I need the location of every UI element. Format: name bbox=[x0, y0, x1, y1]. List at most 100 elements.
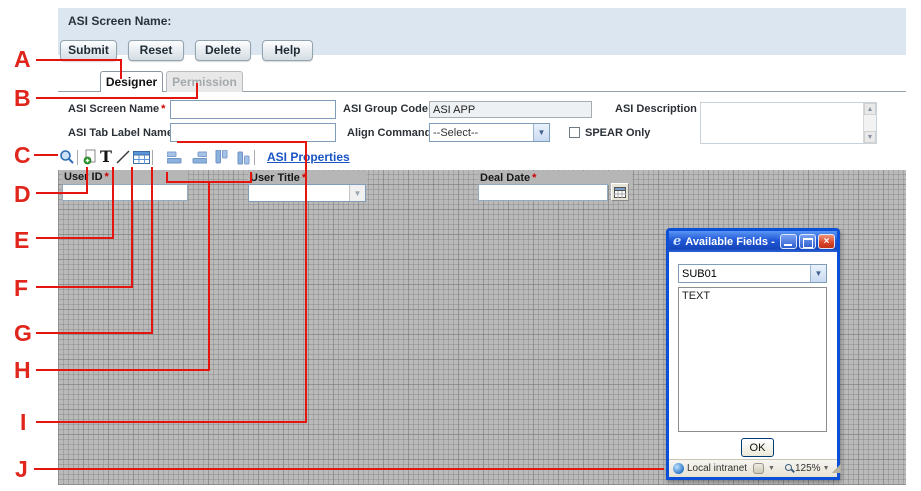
popup-titlebar[interactable]: e Available Fields - Wind... × bbox=[669, 231, 837, 252]
asi-properties-link[interactable]: ASI Properties bbox=[267, 150, 350, 164]
annotation-letter-d: D bbox=[14, 181, 31, 207]
annotation-line-e bbox=[112, 167, 114, 239]
available-fields-listbox[interactable]: TEXT bbox=[678, 287, 827, 432]
screen: ASI Screen Name: Submit Reset Delete Hel… bbox=[0, 0, 921, 491]
scrollbar[interactable]: ▲▼ bbox=[863, 103, 876, 143]
chevron-down-icon[interactable]: ▼ bbox=[349, 185, 365, 201]
asi-tab-label-name-input[interactable] bbox=[170, 123, 336, 142]
align-right-icon[interactable] bbox=[190, 148, 208, 166]
asi-description-label: ASI Description bbox=[615, 103, 697, 115]
ok-button[interactable]: OK bbox=[741, 438, 774, 457]
chevron-down-icon[interactable]: ▼ bbox=[533, 124, 549, 141]
toolbar-separator bbox=[77, 150, 78, 165]
annotation-letter-b: B bbox=[14, 85, 31, 111]
required-marker: * bbox=[105, 171, 109, 183]
chevron-down-icon[interactable]: ▼ bbox=[768, 465, 775, 472]
annotation-line-a bbox=[36, 59, 122, 61]
tab-permission[interactable]: Permission bbox=[166, 71, 243, 92]
annotation-letter-j: J bbox=[15, 456, 28, 482]
text-tool-glyph: T bbox=[100, 149, 112, 165]
align-bottom-icon[interactable] bbox=[234, 148, 252, 166]
annotation-line-g bbox=[151, 167, 153, 334]
minimize-button[interactable] bbox=[780, 234, 797, 249]
spear-only-label: SPEAR Only bbox=[585, 127, 650, 139]
line-tool-icon[interactable] bbox=[114, 148, 132, 166]
annotation-line-h bbox=[166, 181, 252, 183]
align-left-icon[interactable] bbox=[166, 148, 184, 166]
annotation-line-j bbox=[34, 468, 664, 470]
asi-screen-name-label-text: ASI Screen Name bbox=[68, 103, 159, 115]
tab-designer[interactable]: Designer bbox=[100, 71, 163, 92]
annotation-letter-a: A bbox=[14, 46, 31, 72]
annotation-line-e bbox=[36, 237, 114, 239]
table-tool-icon[interactable] bbox=[132, 148, 150, 166]
resize-grip[interactable] bbox=[832, 464, 841, 473]
user-title-select[interactable]: ▼ bbox=[248, 184, 366, 202]
asi-screen-name-input[interactable] bbox=[170, 100, 336, 119]
align-top-icon[interactable] bbox=[212, 148, 230, 166]
scroll-down-icon[interactable]: ▼ bbox=[864, 131, 876, 143]
annotation-line-b bbox=[196, 83, 198, 99]
submit-button[interactable]: Submit bbox=[60, 40, 117, 61]
globe-icon bbox=[673, 463, 684, 474]
popup-status-bar: Local intranet ▼ 125% ▼ bbox=[669, 459, 837, 477]
asi-group-code-field bbox=[429, 101, 592, 118]
spear-only-checkbox[interactable] bbox=[569, 127, 580, 138]
annotation-line-f bbox=[131, 167, 133, 288]
annotation-line-b bbox=[36, 97, 198, 99]
close-button[interactable]: × bbox=[818, 234, 835, 249]
deal-date-label-text: Deal Date bbox=[480, 172, 530, 184]
annotation-line-h bbox=[250, 172, 252, 181]
magnifier-tool-icon[interactable] bbox=[58, 148, 76, 166]
delete-button[interactable]: Delete bbox=[195, 40, 251, 61]
annotation-line-c bbox=[34, 154, 58, 156]
annotation-letter-h: H bbox=[14, 357, 31, 383]
annotation-letter-g: G bbox=[14, 320, 32, 346]
maximize-button[interactable] bbox=[799, 234, 816, 249]
chevron-down-icon[interactable]: ▼ bbox=[810, 265, 826, 282]
annotation-line-i bbox=[177, 141, 307, 143]
user-id-label-text: User ID bbox=[64, 171, 103, 183]
field-source-combo[interactable]: SUB01 ▼ bbox=[678, 264, 827, 283]
calendar-icon bbox=[614, 187, 626, 198]
deal-date-field-label: Deal Date* bbox=[478, 171, 633, 185]
annotation-line-h bbox=[36, 369, 210, 371]
page-title: ASI Screen Name: bbox=[68, 14, 171, 28]
annotation-line-h bbox=[166, 172, 168, 181]
annotation-letter-e: E bbox=[14, 227, 29, 253]
internet-explorer-icon: e bbox=[673, 234, 681, 249]
security-zone-label: Local intranet bbox=[687, 463, 747, 474]
popup-title: Available Fields - Wind... bbox=[685, 236, 778, 248]
annotation-letter-f: F bbox=[14, 275, 28, 301]
annotation-line-a bbox=[120, 59, 122, 79]
asi-group-code-label: ASI Group Code bbox=[343, 103, 428, 115]
annotation-letter-i: I bbox=[20, 409, 26, 435]
calendar-button[interactable] bbox=[611, 183, 629, 201]
list-item[interactable]: TEXT bbox=[679, 288, 826, 304]
zoom-level-icon bbox=[785, 464, 792, 471]
zoom-level-value[interactable]: 125% bbox=[795, 463, 821, 474]
align-command-label: Align Command bbox=[347, 127, 431, 139]
annotation-line-d bbox=[86, 167, 88, 194]
annotation-line-d bbox=[36, 192, 88, 194]
user-title-label-text: User Title bbox=[250, 172, 300, 184]
align-command-select[interactable]: --Select-- ▼ bbox=[429, 123, 550, 142]
deal-date-input[interactable] bbox=[478, 184, 608, 201]
available-fields-window: e Available Fields - Wind... × SUB01 ▼ T… bbox=[666, 228, 840, 480]
annotation-line-i bbox=[36, 421, 307, 423]
annotation-letter-c: C bbox=[14, 142, 31, 168]
help-button[interactable]: Help bbox=[262, 40, 313, 61]
chevron-down-icon[interactable]: ▼ bbox=[823, 465, 830, 472]
annotation-line-h bbox=[208, 181, 210, 371]
reset-button[interactable]: Reset bbox=[128, 40, 184, 61]
field-source-value: SUB01 bbox=[679, 268, 810, 280]
asi-description-textarea[interactable]: ▲▼ bbox=[700, 102, 877, 144]
user-title-field-label: User Title* bbox=[248, 171, 367, 185]
designer-toolbar: T ASI Properties bbox=[58, 147, 906, 169]
asi-tab-label-name-label: ASI Tab Label Name* bbox=[68, 127, 179, 139]
toolbar-separator bbox=[254, 150, 255, 165]
text-tool-icon[interactable]: T bbox=[97, 148, 115, 166]
protected-mode-icon[interactable] bbox=[753, 463, 764, 474]
scroll-up-icon[interactable]: ▲ bbox=[864, 103, 876, 115]
align-command-value: --Select-- bbox=[430, 127, 533, 139]
